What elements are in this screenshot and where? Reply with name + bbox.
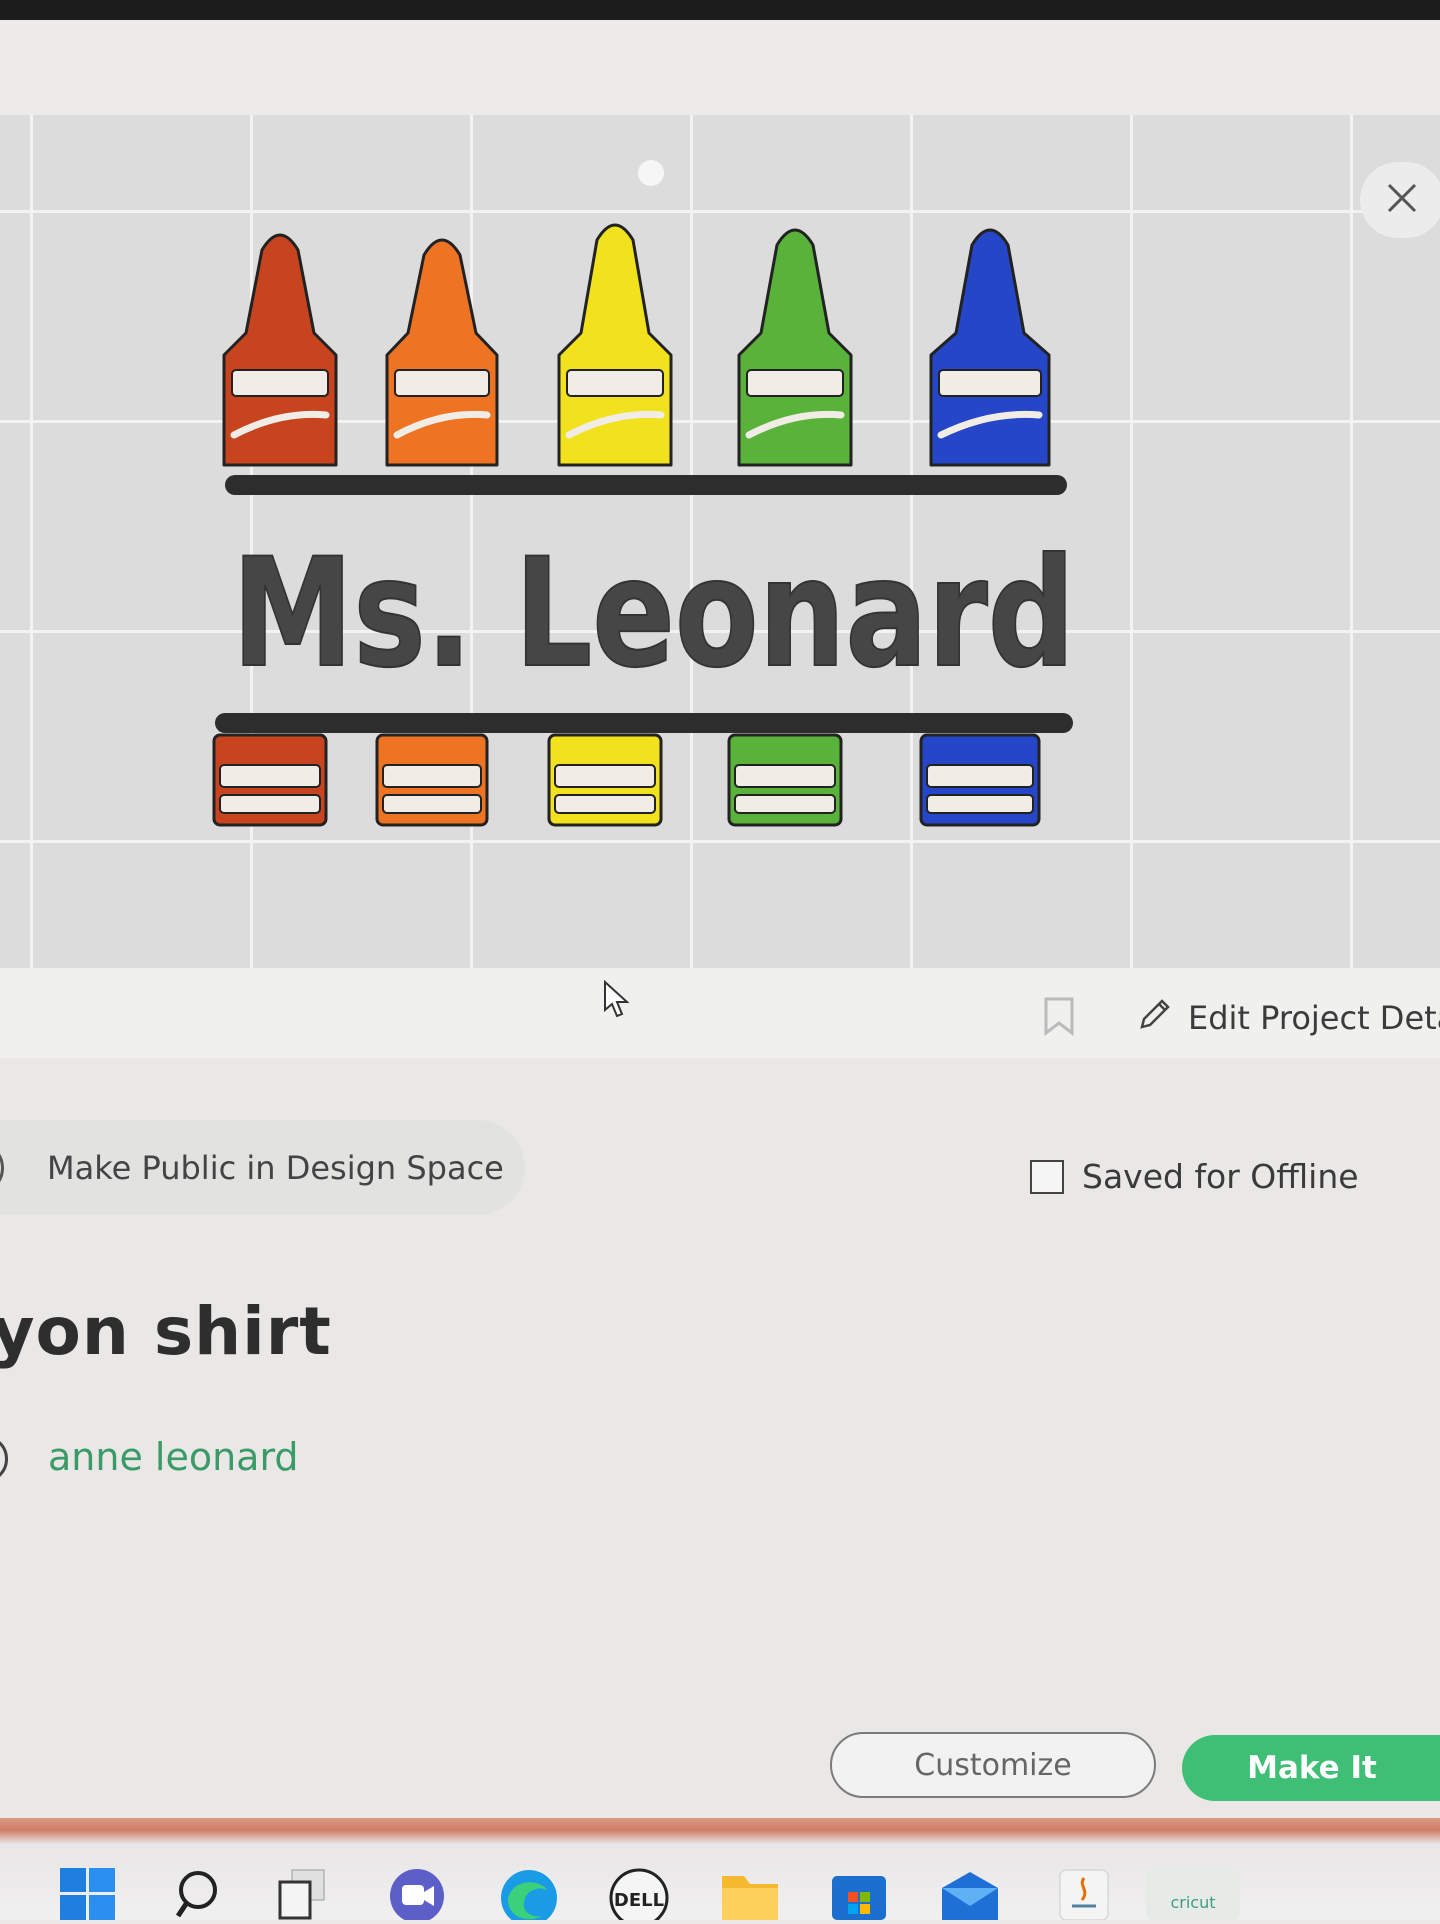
edit-project-details-button[interactable]: Edit Project Deta xyxy=(1136,995,1440,1041)
make-public-radio[interactable] xyxy=(0,1140,4,1195)
crayon-label-band xyxy=(231,369,329,397)
cricut-icon[interactable]: cricut xyxy=(1146,1868,1240,1924)
top-bar-line xyxy=(225,475,1067,495)
store-icon[interactable] xyxy=(828,1868,890,1924)
crayon-bottoms xyxy=(212,733,1041,827)
crayon-bottom-band xyxy=(554,764,656,788)
crayon-bottom-band xyxy=(926,764,1034,788)
project-preview-canvas: Ms. Leonard xyxy=(0,115,1440,968)
task-view-icon[interactable] xyxy=(278,1868,328,1924)
crayon-label-band xyxy=(938,369,1042,397)
start-icon[interactable] xyxy=(58,1868,116,1924)
saved-offline-option[interactable]: Saved for Offline xyxy=(1030,1157,1359,1196)
bookmark-icon xyxy=(1042,997,1076,1040)
make-public-toggle[interactable]: Make Public in Design Space xyxy=(0,1120,525,1215)
mouse-pointer-icon xyxy=(603,979,631,1024)
crayon-bottom-band xyxy=(219,794,321,814)
crayon-bottom-band xyxy=(382,764,482,788)
author-avatar[interactable] xyxy=(0,1435,8,1483)
dell-icon[interactable]: DELL xyxy=(608,1868,670,1924)
close-button[interactable] xyxy=(1360,162,1440,238)
java-icon[interactable] xyxy=(1058,1868,1110,1924)
crayon-label-band xyxy=(394,369,490,397)
edit-project-details-label: Edit Project Deta xyxy=(1188,999,1440,1037)
crayon-bottom-band xyxy=(734,764,836,788)
design-name-text: Ms. Leonard xyxy=(232,527,1075,701)
author-link[interactable]: anne leonard xyxy=(48,1435,299,1479)
edge-icon[interactable] xyxy=(498,1868,560,1924)
saved-offline-label: Saved for Offline xyxy=(1082,1157,1359,1196)
top-bar xyxy=(0,20,1440,115)
crayon-bottom-band xyxy=(734,794,836,814)
crayon-bottom-band xyxy=(219,764,321,788)
bookmark-button[interactable] xyxy=(1042,996,1076,1040)
mail-icon[interactable] xyxy=(938,1868,1002,1924)
cricut-label: cricut xyxy=(1170,1893,1215,1912)
bottom-bar-line xyxy=(215,713,1073,733)
close-icon xyxy=(1385,181,1419,219)
crayon-label-band xyxy=(746,369,844,397)
crayon-bottom-band xyxy=(554,794,656,814)
crayon-tops xyxy=(222,223,1051,467)
pencil-icon xyxy=(1136,995,1174,1041)
make-public-label: Make Public in Design Space xyxy=(47,1148,504,1187)
crayon-label-band xyxy=(566,369,664,397)
file-explorer-icon[interactable] xyxy=(718,1868,782,1924)
crayon-bottom-band xyxy=(382,794,482,814)
make-it-button[interactable]: Make It xyxy=(1182,1735,1440,1801)
saved-offline-checkbox[interactable] xyxy=(1030,1159,1064,1194)
screen-bezel xyxy=(0,0,1440,20)
crayon-bottom-band xyxy=(926,794,1034,814)
customize-button[interactable]: Customize xyxy=(830,1732,1156,1798)
design-preview: Ms. Leonard xyxy=(212,223,1076,827)
project-title: ayon shirt xyxy=(0,1293,332,1370)
dell-label: DELL xyxy=(614,1890,664,1911)
search-icon[interactable] xyxy=(175,1868,226,1924)
meet-icon[interactable] xyxy=(388,1868,446,1924)
